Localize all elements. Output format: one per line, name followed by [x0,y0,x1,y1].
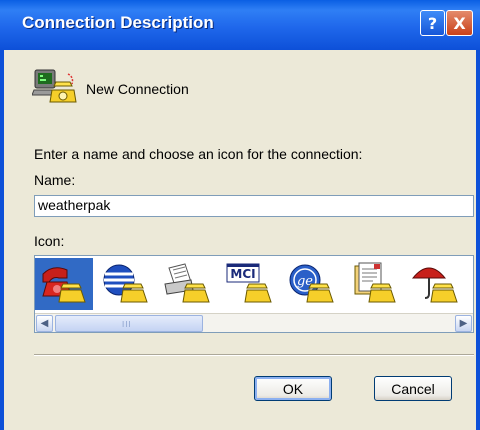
icon-option-ge-phone[interactable]: ge [283,258,341,310]
name-input[interactable]: weatherpak [34,195,474,217]
connection-label: New Connection [86,81,189,97]
icon-option-mci-phone[interactable]: MCI [221,258,279,310]
arrow-right-icon: ▶ [459,318,468,329]
icon-option-umbrella-phone[interactable] [407,258,465,310]
document-phone-icon [354,262,396,303]
umbrella-phone-icon [411,267,458,303]
scroll-right-button[interactable]: ▶ [455,315,472,332]
close-button[interactable]: X [446,10,473,36]
scroll-thumb[interactable]: III [55,315,203,332]
scroll-left-button[interactable]: ◀ [36,315,53,332]
globe-phone-icon [103,264,148,303]
icon-option-globe-phone[interactable] [97,258,155,310]
help-button[interactable]: ? [420,10,445,36]
close-icon: X [453,13,466,33]
instruction-text: Enter a name and choose an icon for the … [34,146,363,162]
ok-button[interactable]: OK [254,376,332,401]
icon-option-fax-phone[interactable] [159,258,217,310]
dialog-title: Connection Description [22,13,214,32]
dialog-body: New Connection Enter a name and choose a… [0,50,480,430]
scroll-grip: III [122,320,132,329]
icon-option-red-phone[interactable] [35,258,93,310]
title-bar[interactable]: Connection Description ? X [0,0,480,50]
hyperterminal-icon [32,69,77,103]
fax-phone-icon [164,263,210,303]
ge-phone-icon: ge [289,264,334,303]
red-phone-icon [42,267,86,303]
help-icon: ? [427,13,438,33]
icon-option-document-phone[interactable] [345,258,403,310]
connection-description-dialog: Connection Description ? X New Connectio… [0,0,480,430]
name-label: Name: [34,172,76,188]
arrow-left-icon: ◀ [40,318,49,329]
mci-phone-icon: MCI [226,263,272,303]
icon-list[interactable]: MCI ge ◀ III ▶ [34,255,474,333]
cancel-button[interactable]: Cancel [374,376,452,401]
icon-label: Icon: [34,233,65,249]
separator [34,354,474,356]
icon-horizontal-scrollbar[interactable]: ◀ III ▶ [35,313,473,332]
svg-text:MCI: MCI [230,267,255,281]
